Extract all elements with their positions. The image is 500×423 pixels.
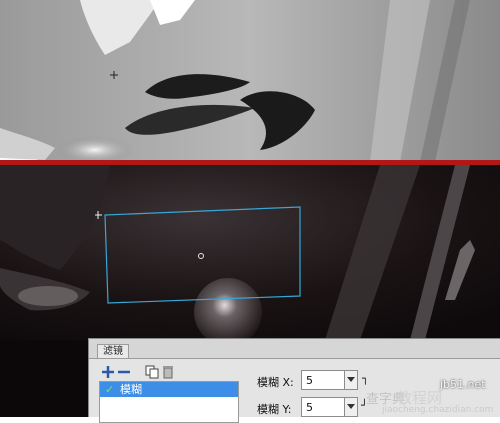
chevron-down-icon — [347, 377, 355, 382]
blur-y-label: 模糊 Y: — [257, 403, 292, 416]
blur-x-field[interactable] — [301, 370, 345, 390]
lower-ball — [194, 278, 262, 346]
filter-item-label: 模糊 — [120, 383, 142, 396]
trash-icon[interactable] — [161, 364, 175, 379]
blur-x-label: 模糊 X: — [257, 376, 294, 389]
watermark-domain: jiaocheng.chazidian.com — [382, 405, 494, 415]
check-icon[interactable]: ✓ — [105, 382, 114, 397]
divider-line — [0, 160, 500, 165]
upper-glow — [55, 136, 135, 164]
lower-glow — [18, 286, 78, 306]
link-bracket-top: ┐ — [362, 372, 369, 385]
chevron-down-icon — [347, 404, 355, 409]
minus-icon[interactable] — [117, 364, 131, 378]
panel-tab[interactable]: 滤镜 — [97, 344, 129, 359]
blur-x-dropdown[interactable] — [345, 370, 358, 390]
plus-icon[interactable] — [101, 364, 115, 378]
watermark-site: jb51.net — [440, 378, 486, 391]
filter-item-blur[interactable]: ✓ 模糊 — [100, 382, 238, 397]
blur-y-field[interactable] — [301, 397, 345, 417]
duplicate-icon[interactable] — [145, 364, 159, 379]
blur-y-dropdown[interactable] — [345, 397, 358, 417]
